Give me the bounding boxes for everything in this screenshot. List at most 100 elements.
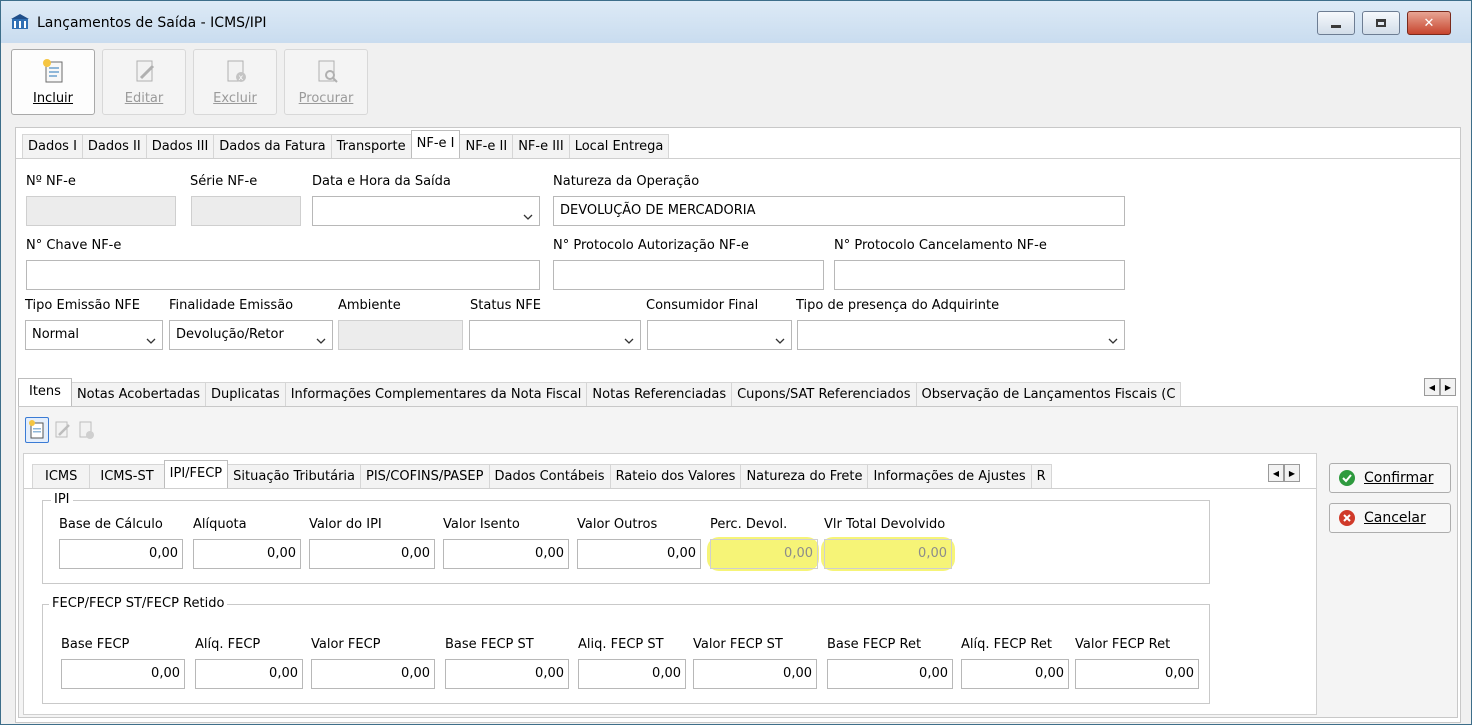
ipi-group-title: IPI — [51, 492, 73, 507]
finalidade-select[interactable]: Devolução/Retor — [169, 320, 333, 350]
tipo-emissao-label: Tipo Emissão NFE — [25, 298, 140, 313]
tab-ipi-fecp[interactable]: IPI/FECP — [163, 460, 229, 488]
minimize-button[interactable] — [1317, 11, 1355, 35]
excluir-button[interactable]: x Excluir — [193, 49, 277, 115]
tab-notas-acobertadas[interactable]: Notas Acobertadas — [70, 382, 207, 406]
tab-duplicatas[interactable]: Duplicatas — [205, 382, 286, 406]
tab-nfe-i[interactable]: NF-e I — [410, 130, 461, 158]
aliq-fecp-ret-label: Alíq. FECP Ret — [961, 637, 1052, 652]
numero-nfe-field[interactable] — [26, 196, 176, 226]
base-calculo-field[interactable]: 0,00 — [59, 539, 183, 569]
sub-tab-strip: Itens Notas Acobertadas Duplicatas Infor… — [18, 378, 1426, 406]
aliq-fecp-ret-field[interactable]: 0,00 — [961, 659, 1069, 689]
tab-informacoes-ajustes[interactable]: Informações de Ajustes — [867, 464, 1032, 488]
scroll-right-icon[interactable]: ▶ — [1284, 464, 1300, 482]
scroll-left-icon[interactable]: ◀ — [1268, 464, 1284, 482]
search-document-icon — [315, 58, 339, 88]
serie-nfe-label: Série NF-e — [190, 174, 258, 189]
tab-transporte[interactable]: Transporte — [330, 134, 412, 158]
consumidor-final-select[interactable] — [647, 320, 792, 350]
valor-fecp-field[interactable]: 0,00 — [311, 659, 435, 689]
status-nfe-select[interactable] — [469, 320, 641, 350]
valor-fecp-ret-label: Valor FECP Ret — [1075, 637, 1171, 652]
item-add-button[interactable] — [25, 417, 49, 443]
item-delete-button[interactable] — [77, 419, 97, 445]
tab-nfe-iii[interactable]: NF-e III — [512, 134, 570, 158]
valor-fecp-st-label: Valor FECP ST — [693, 637, 783, 652]
tab-divider — [16, 158, 1460, 159]
valor-outros-field[interactable]: 0,00 — [577, 539, 701, 569]
tab-nfe-ii[interactable]: NF-e II — [459, 134, 514, 158]
tab-natureza-frete[interactable]: Natureza do Frete — [740, 464, 869, 488]
incluir-button[interactable]: Incluir — [11, 49, 95, 115]
tab-dados-ii[interactable]: Dados II — [81, 134, 147, 158]
aliq-fecp-st-field[interactable]: 0,00 — [578, 659, 686, 689]
chave-nfe-field[interactable] — [26, 260, 540, 290]
tab-notas-referenciadas[interactable]: Notas Referenciadas — [586, 382, 733, 406]
chevron-down-icon — [316, 329, 326, 344]
aliquota-field[interactable]: 0,00 — [193, 539, 301, 569]
edit-document-icon — [133, 58, 157, 88]
protocolo-canc-label: N° Protocolo Cancelamento NF-e — [834, 238, 1047, 253]
item-tab-divider — [24, 488, 1316, 489]
scroll-right-icon[interactable]: ▶ — [1440, 378, 1456, 396]
new-document-icon — [29, 420, 45, 444]
tipo-emissao-select[interactable]: Normal — [25, 320, 163, 350]
base-fecp-ret-label: Base FECP Ret — [827, 637, 922, 652]
delete-document-icon — [77, 421, 97, 445]
protocolo-aut-field[interactable] — [553, 260, 824, 290]
main-tab-strip: Dados I Dados II Dados III Dados da Fatu… — [22, 130, 670, 158]
editar-button[interactable]: Editar — [102, 49, 186, 115]
tab-dados-fatura[interactable]: Dados da Fatura — [213, 134, 332, 158]
tab-icms-st[interactable]: ICMS-ST — [89, 464, 165, 488]
tab-r[interactable]: R — [1030, 464, 1052, 488]
item-edit-button[interactable] — [53, 419, 73, 445]
tab-itens[interactable]: Itens — [18, 378, 72, 406]
confirmar-label: Confirmar — [1364, 470, 1434, 486]
vlr-total-devolvido-field[interactable]: 0,00 — [824, 539, 952, 569]
base-fecp-ret-field[interactable]: 0,00 — [827, 659, 953, 689]
tab-rateio-valores[interactable]: Rateio dos Valores — [609, 464, 742, 488]
tab-local-entrega[interactable]: Local Entrega — [568, 134, 670, 158]
tab-situacao-tributaria[interactable]: Situação Tributária — [227, 464, 361, 488]
chevron-down-icon — [624, 329, 634, 344]
tab-cupons-sat[interactable]: Cupons/SAT Referenciados — [731, 382, 917, 406]
tab-icms[interactable]: ICMS — [32, 464, 91, 488]
close-button[interactable]: ✕ — [1407, 11, 1451, 35]
toolbar: Incluir Editar x Excluir Procurar — [5, 45, 1467, 117]
valor-fecp-ret-field[interactable]: 0,00 — [1075, 659, 1199, 689]
base-fecp-st-field[interactable]: 0,00 — [445, 659, 569, 689]
tab-dados-contabeis[interactable]: Dados Contábeis — [488, 464, 611, 488]
base-fecp-field[interactable]: 0,00 — [61, 659, 185, 689]
procurar-label: Procurar — [298, 91, 354, 106]
tab-info-complementares[interactable]: Informações Complementares da Nota Fisca… — [284, 382, 588, 406]
natureza-field[interactable]: DEVOLUÇÃO DE MERCADORIA — [553, 196, 1125, 226]
tab-dados-iii[interactable]: Dados III — [145, 134, 215, 158]
tab-dados-i[interactable]: Dados I — [22, 134, 83, 158]
fecp-group: FECP/FECP ST/FECP Retido Base FECP 0,00 … — [42, 596, 1210, 704]
aliq-fecp-field[interactable]: 0,00 — [195, 659, 303, 689]
scroll-left-icon[interactable]: ◀ — [1424, 378, 1440, 396]
ambiente-field[interactable] — [338, 320, 463, 350]
perc-devol-field[interactable]: 0,00 — [710, 539, 818, 569]
presenca-select[interactable] — [797, 320, 1125, 350]
valor-isento-field[interactable]: 0,00 — [443, 539, 569, 569]
tab-observacao-lancamentos[interactable]: Observação de Lançamentos Fiscais (C — [915, 382, 1182, 406]
maximize-button[interactable] — [1362, 11, 1400, 35]
protocolo-canc-field[interactable] — [834, 260, 1125, 290]
aliquota-label: Alíquota — [193, 517, 247, 532]
fecp-group-title: FECP/FECP ST/FECP Retido — [49, 596, 228, 611]
status-nfe-label: Status NFE — [470, 298, 541, 313]
tab-pis-cofins[interactable]: PIS/COFINS/PASEP — [360, 464, 490, 488]
vlr-total-devolvido-label: Vlr Total Devolvido — [824, 517, 946, 532]
excluir-label: Excluir — [213, 91, 257, 106]
valor-fecp-st-field[interactable]: 0,00 — [693, 659, 817, 689]
data-hora-select[interactable] — [312, 196, 540, 226]
chave-nfe-label: N° Chave NF-e — [26, 238, 122, 253]
valor-ipi-field[interactable]: 0,00 — [309, 539, 435, 569]
cancelar-button[interactable]: Cancelar — [1329, 503, 1451, 533]
confirmar-button[interactable]: Confirmar — [1329, 463, 1451, 493]
serie-nfe-field[interactable] — [191, 196, 301, 226]
procurar-button[interactable]: Procurar — [284, 49, 368, 115]
app-icon — [11, 14, 29, 30]
